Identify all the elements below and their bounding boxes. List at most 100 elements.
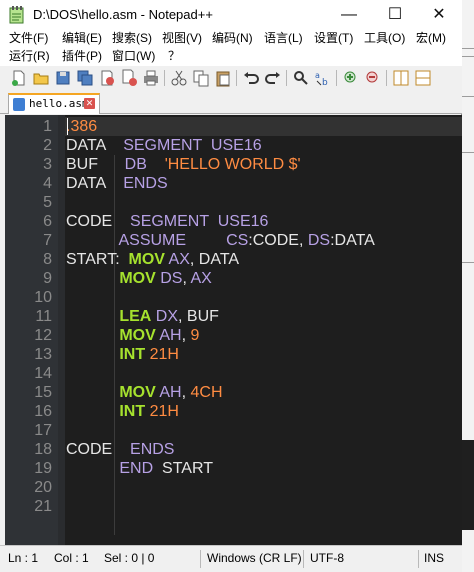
close-file-icon[interactable] [98, 69, 116, 87]
menu-view[interactable]: 视图(V) [162, 30, 202, 47]
close-window-button[interactable]: ✕ [416, 0, 462, 30]
code-token: DATA [66, 137, 124, 154]
status-encoding[interactable]: UTF-8 [310, 551, 344, 565]
menu-plugins[interactable]: 插件(P) [62, 48, 102, 65]
menu-help[interactable]: ？ [168, 48, 180, 65]
new-file-icon[interactable] [10, 69, 28, 87]
code-token: INT [119, 346, 146, 363]
cut-icon[interactable] [170, 69, 188, 87]
code-token: 21H [149, 403, 179, 420]
status-column: Col : 1 [54, 551, 89, 565]
line-number[interactable]: 18 [5, 440, 52, 459]
code-token: DX [155, 308, 179, 325]
line-number[interactable]: 2 [5, 136, 52, 155]
line-number[interactable]: 16 [5, 402, 52, 421]
menu-encoding[interactable]: 编码(N) [212, 30, 253, 47]
undo-icon[interactable] [242, 69, 260, 87]
status-separator [418, 550, 419, 568]
line-number[interactable]: 5 [5, 193, 52, 212]
toolbar-separator [336, 70, 337, 86]
code-line: LEA DX, BUF [66, 307, 219, 326]
line-number[interactable]: 17 [5, 421, 52, 440]
notepad-plus-plus-icon [9, 6, 24, 24]
text-caret [67, 118, 68, 135]
save-all-icon[interactable] [76, 69, 94, 87]
toolbar: ab [0, 66, 462, 90]
line-number[interactable]: 4 [5, 174, 52, 193]
line-number[interactable]: 19 [5, 459, 52, 478]
code-line: DATA SEGMENT USE16 [66, 136, 262, 155]
status-eol-format[interactable]: Windows (CR LF) [207, 551, 302, 565]
code-token: DS [307, 232, 331, 249]
copy-icon[interactable] [192, 69, 210, 87]
fold-margin[interactable] [58, 115, 65, 545]
code-token: USE16 [210, 137, 262, 154]
paste-icon[interactable] [214, 69, 232, 87]
line-number[interactable]: 9 [5, 269, 52, 288]
line-number[interactable]: 3 [5, 155, 52, 174]
line-number[interactable]: 10 [5, 288, 52, 307]
line-number[interactable]: 11 [5, 307, 52, 326]
menu-window[interactable]: 窗口(W) [112, 48, 155, 65]
line-number[interactable]: 15 [5, 383, 52, 402]
window-title: D:\DOS\hello.asm - Notepad++ [33, 7, 213, 22]
minimize-button[interactable]: — [326, 0, 372, 30]
maximize-button[interactable]: ☐ [372, 0, 418, 30]
menu-file[interactable]: 文件(F) [9, 30, 48, 47]
sync-scroll-horizontal-icon[interactable] [414, 69, 432, 87]
menu-language[interactable]: 语言(L) [264, 30, 303, 47]
code-token: START [153, 460, 213, 477]
menu-run[interactable]: 运行(R) [9, 48, 50, 65]
tab-close-icon[interactable]: ✕ [84, 98, 95, 109]
menu-bar: 文件(F) 编辑(E) 搜索(S) 视图(V) 编码(N) 语言(L) 设置(T… [0, 30, 462, 66]
line-number[interactable]: 21 [5, 497, 52, 516]
redo-icon[interactable] [264, 69, 282, 87]
menu-macro[interactable]: 宏(M) [416, 30, 446, 47]
menu-tools[interactable]: 工具(O) [364, 30, 405, 47]
line-number[interactable]: 8 [5, 250, 52, 269]
open-file-icon[interactable] [32, 69, 50, 87]
code-token: MOV [119, 327, 156, 344]
toolbar-separator [286, 70, 287, 86]
replace-icon[interactable]: ab [314, 69, 332, 87]
line-number[interactable]: 1 [5, 117, 52, 136]
tab-bar: hello.asm ✕ [0, 90, 462, 114]
zoom-out-icon[interactable] [364, 69, 382, 87]
code-token: END [119, 460, 154, 477]
code-token: 9 [190, 327, 200, 344]
menu-settings[interactable]: 设置(T) [314, 30, 353, 47]
status-insert-mode[interactable]: INS [424, 551, 444, 565]
save-icon[interactable] [54, 69, 72, 87]
code-token: .386 [66, 118, 98, 135]
zoom-in-icon[interactable] [342, 69, 360, 87]
line-number[interactable]: 13 [5, 345, 52, 364]
menu-search[interactable]: 搜索(S) [112, 30, 152, 47]
print-icon[interactable] [142, 69, 160, 87]
line-number[interactable]: 20 [5, 478, 52, 497]
code-line: INT 21H [66, 402, 179, 421]
code-token: , BUF [178, 308, 219, 325]
line-number[interactable]: 14 [5, 364, 52, 383]
line-number[interactable]: 12 [5, 326, 52, 345]
code-line: CODE ENDS [66, 440, 174, 459]
sync-scroll-vertical-icon[interactable] [392, 69, 410, 87]
tab-hello-asm[interactable]: hello.asm ✕ [8, 93, 100, 114]
code-token: AH [159, 327, 182, 344]
menu-edit[interactable]: 编辑(E) [62, 30, 102, 47]
code-editor[interactable]: 1 2 3 4 5 6 7 8 9 10 11 12 13 14 15 16 17 18 19 20 21.386 DAT… [5, 115, 462, 545]
code-token: AX [190, 270, 212, 287]
code-token: INT [119, 403, 146, 420]
line-number[interactable]: 6 [5, 212, 52, 231]
close-all-icon[interactable] [120, 69, 138, 87]
line-number[interactable]: 7 [5, 231, 52, 250]
find-icon[interactable] [292, 69, 310, 87]
svg-text:a: a [315, 71, 320, 80]
